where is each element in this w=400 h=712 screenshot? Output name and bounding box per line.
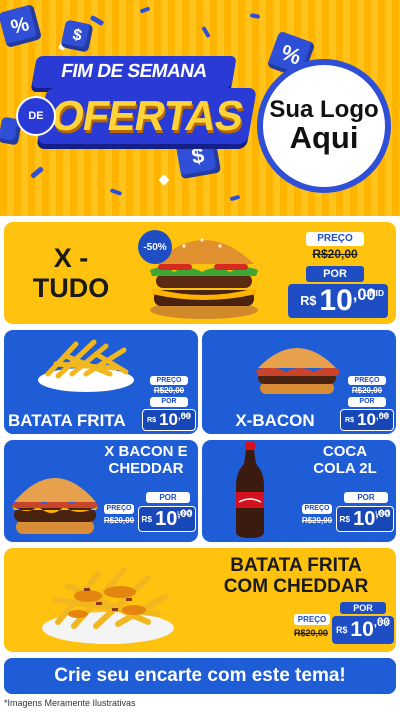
soda-bottle-icon [236, 442, 264, 538]
por-label: POR [348, 397, 386, 407]
confetti-decoration [158, 174, 170, 186]
current-price: R$ 10 ,00 UNID [138, 506, 196, 532]
title-line-1: FIM DE SEMANA [31, 56, 237, 88]
price-box: PREÇO R$20,00 POR R$ 10 ,00 POÇ [290, 602, 394, 650]
price-label: PREÇO [150, 376, 188, 385]
product-name: X - TUDO [32, 243, 110, 303]
confetti-decoration [109, 188, 123, 196]
confetti-decoration [89, 14, 105, 27]
current-price: R$ 10 ,00 POÇ [142, 409, 196, 431]
currency: R$ [300, 294, 317, 308]
price-integer: 10 [319, 284, 353, 317]
price-unit: UNID [375, 511, 389, 517]
product-card-x-bacon[interactable]: X-BACON PREÇO R$20,00 POR R$ 10 ,00 POÇ [202, 330, 396, 434]
product-card-coca-cola[interactable]: COCA COLA 2L PREÇO R$20,00 POR R$ 10 ,00… [202, 440, 396, 542]
price-label: PREÇO [302, 504, 332, 514]
price-label: PREÇO [294, 614, 330, 625]
old-price: R$20,00 [103, 516, 135, 525]
old-price: R$20,00 [153, 386, 185, 395]
price-integer: 10 [357, 410, 377, 429]
percent-cube-icon: % [0, 3, 43, 49]
title-line-2: OFERTAS [37, 88, 257, 144]
price-integer: 10 [155, 507, 178, 530]
confetti-decoration [201, 25, 211, 39]
confetti-decoration [139, 6, 151, 14]
price-integer: 10 [353, 507, 376, 530]
por-label: POR [306, 266, 364, 282]
price-integer: 10 [159, 410, 179, 429]
current-price: R$ 10 ,00 POÇ [332, 616, 394, 644]
currency: R$ [141, 514, 153, 524]
currency: R$ [339, 514, 351, 524]
cta-banner[interactable]: Crie seu encarte com este tema! [4, 658, 396, 694]
cheddar-fries-icon [42, 567, 174, 644]
logo-line-1: Sua Logo [269, 96, 379, 124]
product-name: BATATA FRITA [8, 411, 126, 430]
product-card-batata-frita[interactable]: BATATA FRITA PREÇO R$20,00 POR R$ 10 ,00… [4, 330, 198, 434]
currency: R$ [344, 416, 355, 424]
price-unit: POÇ [377, 620, 390, 626]
disclaimer: *Imagens Meramente Ilustrativas [4, 698, 136, 708]
logo-placeholder[interactable]: Sua Logo Aqui [257, 59, 391, 193]
product-name: BATATA FRITA COM CHEDDAR [223, 555, 369, 597]
bacon-burger-icon [256, 348, 340, 394]
price-box: PREÇO R$20,00 POR R$ 10 ,00 POÇ [340, 374, 394, 432]
current-price: R$ 10 ,00 UNID [288, 284, 388, 318]
old-price: R$20,00 [293, 628, 329, 638]
price-box: PREÇO R$20,00 POR R$ 10 ,00 UNID [286, 228, 390, 322]
old-price: R$20,00 [312, 247, 358, 261]
price-box: PREÇO R$20,00 POR R$ 10 ,00 UNID [298, 492, 394, 540]
dollar-cube-icon: $ [60, 19, 94, 53]
por-label: POR [150, 397, 188, 407]
product-card-x-tudo[interactable]: X - TUDO -50% PREÇO R$20,00 POR R$ 10 ,0… [4, 222, 396, 324]
price-label: PREÇO [306, 232, 364, 246]
por-label: POR [340, 602, 386, 614]
logo-line-2: Aqui [289, 120, 359, 156]
title-de: DE [16, 96, 56, 136]
currency: R$ [146, 416, 157, 424]
price-unit: UNID [363, 288, 384, 298]
currency: R$ [336, 625, 348, 635]
por-label: POR [344, 492, 388, 503]
price-integer: 10 [350, 618, 374, 641]
promo-title: FIM DE SEMANA OFERTAS DE [16, 56, 257, 156]
product-card-batata-cheddar[interactable]: BATATA FRITA COM CHEDDAR PREÇO R$20,00 P… [4, 548, 396, 652]
price-unit: POÇ [378, 414, 389, 419]
price-unit: UNID [177, 511, 191, 517]
product-card-x-bacon-cheddar[interactable]: X BACON E CHEDDAR PREÇO R$20,00 POR R$ 1… [4, 440, 198, 542]
discount-badge: -50% [138, 230, 172, 264]
confetti-decoration [30, 166, 44, 179]
confetti-decoration [229, 194, 241, 202]
por-label: POR [146, 492, 190, 503]
current-price: R$ 10 ,00 POÇ [340, 409, 394, 431]
price-box: PREÇO R$20,00 POR R$ 10 ,00 UNID [100, 492, 196, 540]
product-name: X-BACON [235, 411, 315, 430]
fries-icon [38, 339, 134, 392]
price-label: PREÇO [104, 504, 134, 514]
price-label: PREÇO [348, 376, 386, 385]
old-price: R$20,00 [301, 516, 333, 525]
cheddar-burger-icon [12, 478, 98, 534]
price-unit: POÇ [180, 414, 191, 419]
product-name: COCA COLA 2L [313, 443, 377, 477]
old-price: R$20,00 [351, 386, 383, 395]
price-box: PREÇO R$20,00 POR R$ 10 ,00 POÇ [142, 374, 196, 432]
product-name: X BACON E CHEDDAR [104, 443, 188, 477]
header-banner: % $ % $ FIM DE SEMANA OFERTAS DE Sua Log… [0, 0, 400, 216]
confetti-decoration [249, 13, 261, 19]
current-price: R$ 10 ,00 UNID [336, 506, 394, 532]
